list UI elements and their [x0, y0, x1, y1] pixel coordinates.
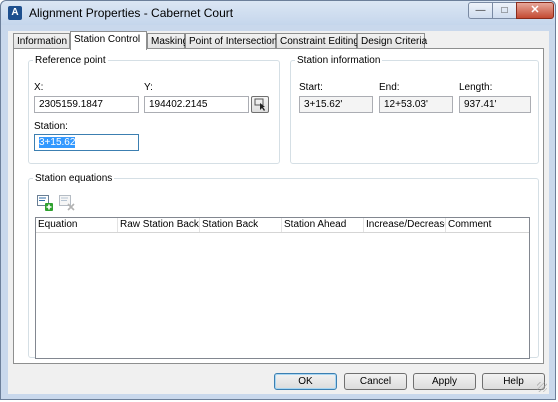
delete-station-equation-button[interactable]	[58, 194, 76, 212]
station-label: Station:	[34, 121, 68, 132]
column-raw-station-back[interactable]: Raw Station Back	[118, 218, 200, 232]
station-equations-group: Station equations Equation Raw Station B…	[28, 173, 539, 359]
add-station-equation-button[interactable]	[36, 194, 54, 212]
cancel-button[interactable]: Cancel	[344, 373, 407, 390]
column-comment[interactable]: Comment	[446, 218, 529, 232]
x-label: X:	[34, 82, 44, 93]
reference-point-group: Reference point X: 2305159.1847 Y: 19440…	[28, 55, 280, 164]
dialog-client-area: Information Station Control Masking Poin…	[8, 31, 549, 394]
y-label: Y:	[144, 82, 153, 93]
table-header: Equation Raw Station Back Station Back S…	[36, 218, 529, 233]
tab-point-of-intersection[interactable]: Point of Intersection	[185, 33, 277, 49]
tab-constraint-editing[interactable]: Constraint Editing	[276, 33, 359, 49]
pick-point-button[interactable]	[251, 96, 269, 113]
station-equations-legend: Station equations	[35, 173, 113, 184]
column-increase-decrease[interactable]: Increase/Decrease	[364, 218, 446, 232]
column-equation[interactable]: Equation	[36, 218, 118, 232]
station-information-legend: Station information	[297, 55, 381, 66]
tab-design-criteria[interactable]: Design Criteria	[357, 33, 427, 49]
tab-masking[interactable]: Masking	[147, 33, 188, 49]
window-title: Alignment Properties - Cabernet Court	[29, 6, 234, 20]
station-information-group: Station information Start: 3+15.62' End:…	[290, 55, 539, 164]
reference-point-legend: Reference point	[35, 55, 106, 66]
column-station-ahead[interactable]: Station Ahead	[282, 218, 364, 232]
station-field[interactable]: 3+15.62	[34, 134, 139, 151]
start-field: 3+15.62'	[299, 96, 373, 113]
add-equation-icon	[37, 195, 53, 211]
end-field: 12+53.03'	[379, 96, 453, 113]
length-label: Length:	[459, 82, 493, 93]
length-field: 937.41'	[459, 96, 531, 113]
app-icon: A	[8, 6, 22, 20]
minimize-button[interactable]: —	[468, 2, 493, 19]
ok-button[interactable]: OK	[274, 373, 337, 390]
station-equations-table[interactable]: Equation Raw Station Back Station Back S…	[35, 217, 530, 359]
x-field[interactable]: 2305159.1847	[34, 96, 139, 113]
y-field[interactable]: 194402.2145	[144, 96, 249, 113]
station-control-page: Reference point X: 2305159.1847 Y: 19440…	[13, 48, 544, 364]
start-label: Start:	[299, 82, 323, 93]
help-button[interactable]: Help	[482, 373, 545, 390]
maximize-button[interactable]: □	[492, 2, 517, 19]
apply-button[interactable]: Apply	[413, 373, 476, 390]
station-field-value: 3+15.62	[39, 137, 76, 148]
tab-station-control[interactable]: Station Control	[70, 31, 147, 50]
tab-information[interactable]: Information	[13, 33, 70, 49]
dialog-window: A Alignment Properties - Cabernet Court …	[0, 0, 556, 400]
close-button[interactable]: ✕	[516, 2, 554, 19]
delete-equation-icon	[59, 195, 75, 211]
title-bar[interactable]: A Alignment Properties - Cabernet Court …	[1, 1, 555, 25]
resize-grip[interactable]	[537, 382, 547, 392]
column-station-back[interactable]: Station Back	[200, 218, 282, 232]
end-label: End:	[379, 82, 400, 93]
pick-point-icon	[254, 98, 265, 111]
